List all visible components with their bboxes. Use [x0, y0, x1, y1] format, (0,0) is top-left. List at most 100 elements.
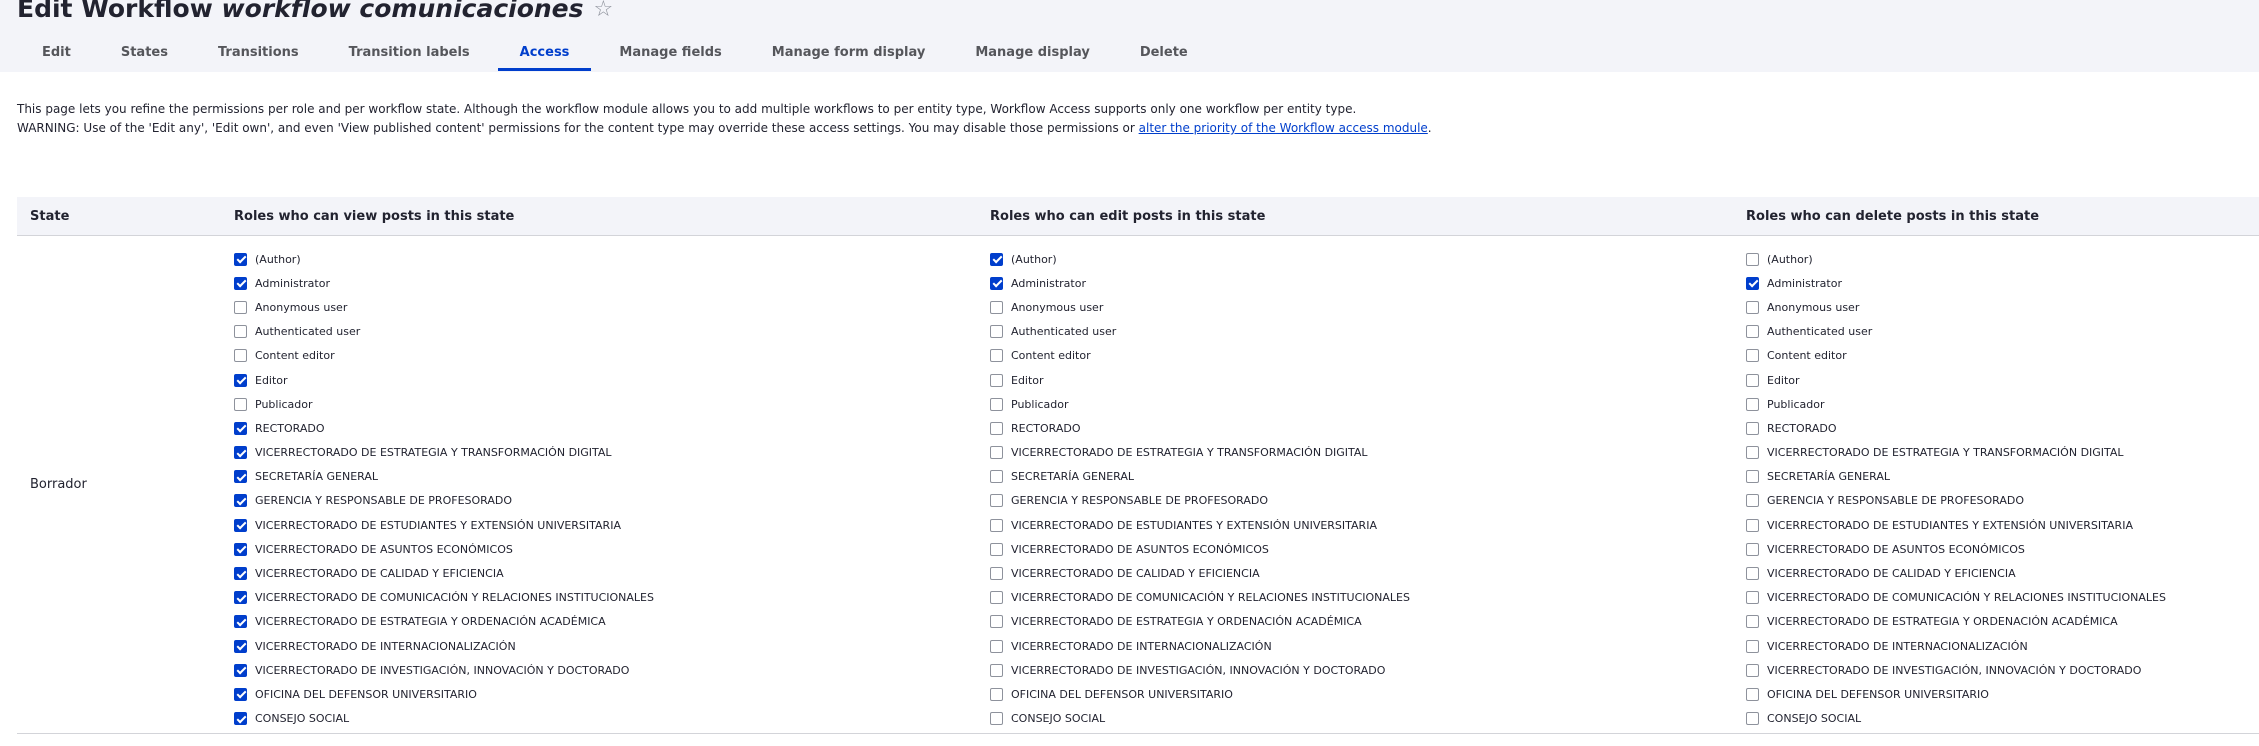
role-option[interactable]: Administrator — [234, 271, 990, 295]
delete-role-checkbox[interactable] — [1746, 446, 1759, 460]
view-role-checkbox[interactable] — [234, 446, 247, 460]
role-option[interactable]: Authenticated user — [990, 320, 1746, 344]
edit-role-checkbox[interactable] — [990, 639, 1003, 653]
role-option[interactable]: Anonymous user — [1746, 295, 2259, 319]
view-role-checkbox[interactable] — [234, 470, 247, 484]
role-option[interactable]: VICERRECTORADO DE INVESTIGACIÓN, INNOVAC… — [1746, 658, 2259, 682]
role-option[interactable]: VICERRECTORADO DE ESTRATEGIA Y TRANSFORM… — [234, 441, 990, 465]
delete-role-checkbox[interactable] — [1746, 663, 1759, 677]
role-option[interactable]: VICERRECTORADO DE INTERNACIONALIZACIÓN — [234, 634, 990, 658]
view-role-checkbox[interactable] — [234, 518, 247, 532]
delete-role-checkbox[interactable] — [1746, 252, 1759, 266]
role-option[interactable]: VICERRECTORADO DE ESTRATEGIA Y ORDENACIÓ… — [234, 610, 990, 634]
edit-role-checkbox[interactable] — [990, 470, 1003, 484]
role-option[interactable]: VICERRECTORADO DE ASUNTOS ECONÓMICOS — [1746, 537, 2259, 561]
role-option[interactable]: RECTORADO — [990, 416, 1746, 440]
role-option[interactable]: Administrator — [990, 271, 1746, 295]
tab-manage-display[interactable]: Manage display — [953, 38, 1112, 71]
view-role-checkbox[interactable] — [234, 542, 247, 556]
module-priority-link[interactable]: alter the priority of the Workflow acces… — [1139, 121, 1428, 135]
role-option[interactable]: VICERRECTORADO DE CALIDAD Y EFICIENCIA — [1746, 561, 2259, 585]
edit-role-checkbox[interactable] — [990, 518, 1003, 532]
edit-role-checkbox[interactable] — [990, 712, 1003, 726]
delete-role-checkbox[interactable] — [1746, 542, 1759, 556]
delete-role-checkbox[interactable] — [1746, 591, 1759, 605]
role-option[interactable]: VICERRECTORADO DE CALIDAD Y EFICIENCIA — [234, 561, 990, 585]
role-option[interactable]: CONSEJO SOCIAL — [1746, 707, 2259, 731]
delete-role-checkbox[interactable] — [1746, 325, 1759, 339]
view-role-checkbox[interactable] — [234, 494, 247, 508]
role-option[interactable]: VICERRECTORADO DE ESTRATEGIA Y TRANSFORM… — [990, 441, 1746, 465]
edit-role-checkbox[interactable] — [990, 300, 1003, 314]
delete-role-checkbox[interactable] — [1746, 567, 1759, 581]
role-option[interactable]: VICERRECTORADO DE INVESTIGACIÓN, INNOVAC… — [234, 658, 990, 682]
tab-manage-fields[interactable]: Manage fields — [597, 38, 743, 71]
role-option[interactable]: SECRETARÍA GENERAL — [1746, 465, 2259, 489]
star-icon[interactable]: ☆ — [594, 0, 614, 25]
role-option[interactable]: CONSEJO SOCIAL — [234, 707, 990, 731]
edit-role-checkbox[interactable] — [990, 615, 1003, 629]
role-option[interactable]: (Author) — [1746, 247, 2259, 271]
role-option[interactable]: Administrator — [1746, 271, 2259, 295]
role-option[interactable]: Content editor — [234, 344, 990, 368]
role-option[interactable]: VICERRECTORADO DE ASUNTOS ECONÓMICOS — [990, 537, 1746, 561]
delete-role-checkbox[interactable] — [1746, 349, 1759, 363]
edit-role-checkbox[interactable] — [990, 567, 1003, 581]
delete-role-checkbox[interactable] — [1746, 639, 1759, 653]
role-option[interactable]: OFICINA DEL DEFENSOR UNIVERSITARIO — [234, 682, 990, 706]
delete-role-checkbox[interactable] — [1746, 615, 1759, 629]
view-role-checkbox[interactable] — [234, 300, 247, 314]
role-option[interactable]: GERENCIA Y RESPONSABLE DE PROFESORADO — [234, 489, 990, 513]
delete-role-checkbox[interactable] — [1746, 397, 1759, 411]
role-option[interactable]: RECTORADO — [234, 416, 990, 440]
role-option[interactable]: Content editor — [990, 344, 1746, 368]
role-option[interactable]: CONSEJO SOCIAL — [990, 707, 1746, 731]
role-option[interactable]: VICERRECTORADO DE ASUNTOS ECONÓMICOS — [234, 537, 990, 561]
view-role-checkbox[interactable] — [234, 349, 247, 363]
role-option[interactable]: VICERRECTORADO DE ESTRATEGIA Y ORDENACIÓ… — [1746, 610, 2259, 634]
tab-delete[interactable]: Delete — [1118, 38, 1210, 71]
delete-role-checkbox[interactable] — [1746, 373, 1759, 387]
role-option[interactable]: Publicador — [1746, 392, 2259, 416]
view-role-checkbox[interactable] — [234, 421, 247, 435]
edit-role-checkbox[interactable] — [990, 663, 1003, 677]
tab-transitions[interactable]: Transitions — [196, 38, 321, 71]
tab-edit[interactable]: Edit — [17, 38, 93, 71]
role-option[interactable]: (Author) — [234, 247, 990, 271]
view-role-checkbox[interactable] — [234, 712, 247, 726]
role-option[interactable]: OFICINA DEL DEFENSOR UNIVERSITARIO — [1746, 682, 2259, 706]
role-option[interactable]: SECRETARÍA GENERAL — [234, 465, 990, 489]
view-role-checkbox[interactable] — [234, 397, 247, 411]
role-option[interactable]: VICERRECTORADO DE ESTUDIANTES Y EXTENSIÓ… — [990, 513, 1746, 537]
role-option[interactable]: VICERRECTORADO DE INTERNACIONALIZACIÓN — [990, 634, 1746, 658]
delete-role-checkbox[interactable] — [1746, 518, 1759, 532]
view-role-checkbox[interactable] — [234, 325, 247, 339]
edit-role-checkbox[interactable] — [990, 446, 1003, 460]
role-option[interactable]: Anonymous user — [234, 295, 990, 319]
role-option[interactable]: Editor — [1746, 368, 2259, 392]
delete-role-checkbox[interactable] — [1746, 421, 1759, 435]
tab-states[interactable]: States — [99, 38, 190, 71]
role-option[interactable]: VICERRECTORADO DE COMUNICACIÓN Y RELACIO… — [234, 586, 990, 610]
edit-role-checkbox[interactable] — [990, 397, 1003, 411]
role-option[interactable]: VICERRECTORADO DE CALIDAD Y EFICIENCIA — [990, 561, 1746, 585]
role-option[interactable]: GERENCIA Y RESPONSABLE DE PROFESORADO — [1746, 489, 2259, 513]
role-option[interactable]: VICERRECTORADO DE INTERNACIONALIZACIÓN — [1746, 634, 2259, 658]
role-option[interactable]: VICERRECTORADO DE ESTUDIANTES Y EXTENSIÓ… — [1746, 513, 2259, 537]
role-option[interactable]: Authenticated user — [1746, 320, 2259, 344]
view-role-checkbox[interactable] — [234, 373, 247, 387]
view-role-checkbox[interactable] — [234, 639, 247, 653]
role-option[interactable]: RECTORADO — [1746, 416, 2259, 440]
tab-transition-labels[interactable]: Transition labels — [327, 38, 492, 71]
edit-role-checkbox[interactable] — [990, 421, 1003, 435]
delete-role-checkbox[interactable] — [1746, 300, 1759, 314]
view-role-checkbox[interactable] — [234, 567, 247, 581]
role-option[interactable]: Anonymous user — [990, 295, 1746, 319]
delete-role-checkbox[interactable] — [1746, 494, 1759, 508]
role-option[interactable]: Editor — [990, 368, 1746, 392]
role-option[interactable]: Editor — [234, 368, 990, 392]
edit-role-checkbox[interactable] — [990, 349, 1003, 363]
edit-role-checkbox[interactable] — [990, 542, 1003, 556]
tab-manage-form-display[interactable]: Manage form display — [750, 38, 948, 71]
edit-role-checkbox[interactable] — [990, 591, 1003, 605]
